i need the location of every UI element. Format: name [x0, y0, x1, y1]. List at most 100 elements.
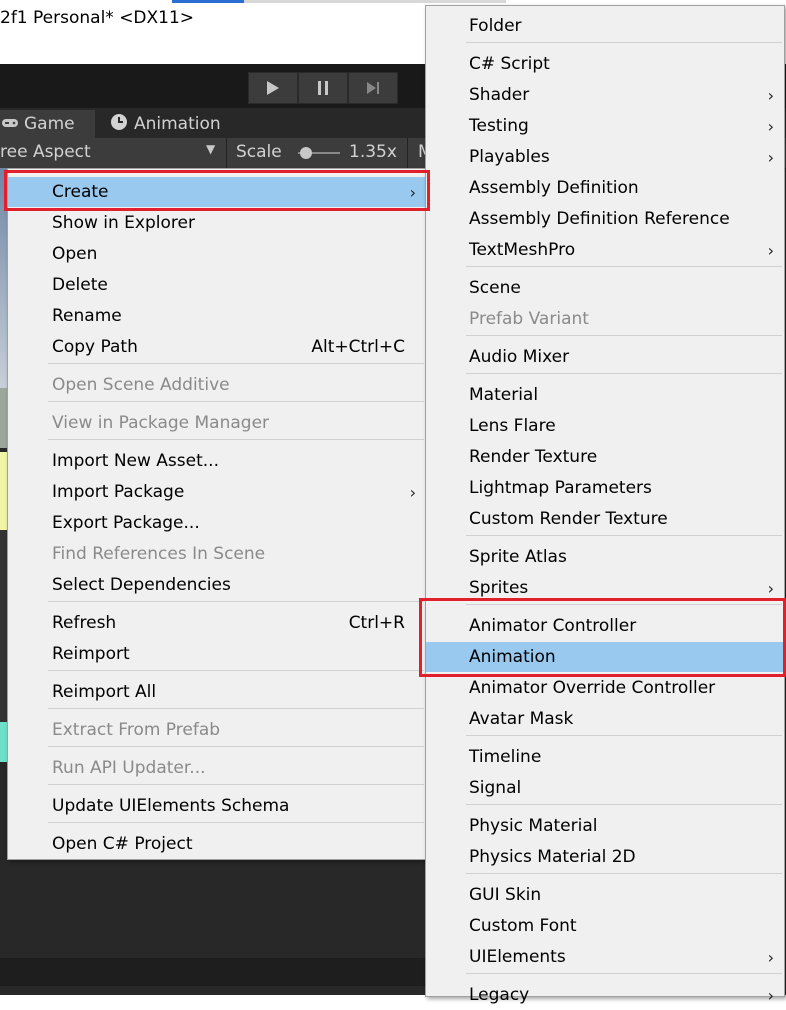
- menu-item-import-new-asset[interactable]: Import New Asset...: [8, 446, 426, 476]
- scale-label: Scale: [236, 142, 282, 162]
- menu-item-label: Open Scene Additive: [52, 375, 230, 395]
- menu-item-import-package[interactable]: Import Package ›: [8, 477, 426, 507]
- menu-divider: [466, 873, 782, 874]
- menu-item-open-csharp-project[interactable]: Open C# Project: [8, 829, 426, 859]
- menu-item-label: UIElements: [469, 947, 566, 967]
- menu-item-physic-material[interactable]: Physic Material: [426, 811, 784, 841]
- menu-divider: [48, 670, 424, 671]
- pause-icon: [318, 81, 328, 95]
- menu-item-label: Select Dependencies: [52, 575, 231, 595]
- menu-item-avatar-mask[interactable]: Avatar Mask: [426, 704, 784, 734]
- menu-item-label: Timeline: [469, 747, 542, 767]
- menu-item-reimport-all[interactable]: Reimport All: [8, 677, 426, 707]
- menu-item-label: Avatar Mask: [469, 709, 574, 729]
- menu-item-find-references: Find References In Scene: [8, 539, 426, 569]
- menu-item-csharp-script[interactable]: C# Script: [426, 49, 784, 79]
- menu-divider: [466, 735, 782, 736]
- pause-button[interactable]: [298, 72, 348, 104]
- menu-item-scene[interactable]: Scene: [426, 273, 784, 303]
- menu-item-open-scene-additive: Open Scene Additive: [8, 370, 426, 400]
- menu-item-lens-flare[interactable]: Lens Flare: [426, 411, 784, 441]
- menu-item-show-in-explorer[interactable]: Show in Explorer: [8, 208, 426, 238]
- menu-item-rename[interactable]: Rename: [8, 301, 426, 331]
- menu-item-playables[interactable]: Playables ›: [426, 142, 784, 172]
- window-title: 2f1 Personal* <DX11>: [0, 8, 195, 28]
- menu-item-animator-override-controller[interactable]: Animator Override Controller: [426, 673, 784, 703]
- menu-item-open[interactable]: Open: [8, 239, 426, 269]
- menu-item-update-uielements-schema[interactable]: Update UIElements Schema: [8, 791, 426, 821]
- menu-divider: [466, 42, 782, 43]
- menu-item-audio-mixer[interactable]: Audio Mixer: [426, 342, 784, 372]
- menu-item-label: Open: [52, 244, 98, 264]
- menu-divider: [466, 335, 782, 336]
- menu-item-label: Sprite Atlas: [469, 547, 567, 567]
- menu-item-label: Assembly Definition Reference: [469, 209, 730, 229]
- menu-item-label: Testing: [469, 116, 529, 136]
- menu-item-label: Custom Render Texture: [469, 509, 668, 529]
- menu-item-animation[interactable]: Animation: [426, 642, 784, 672]
- menu-item-label: Audio Mixer: [469, 347, 570, 367]
- menu-item-shortcut: Ctrl+R: [348, 613, 405, 633]
- project-context-menu: Create › Show in Explorer Open Delete Re…: [7, 168, 427, 860]
- menu-item-label: Reimport All: [52, 682, 157, 702]
- menu-item-testing[interactable]: Testing ›: [426, 111, 784, 141]
- menu-item-sprites[interactable]: Sprites ›: [426, 573, 784, 603]
- menu-item-custom-render-texture[interactable]: Custom Render Texture: [426, 504, 784, 534]
- menu-item-custom-font[interactable]: Custom Font: [426, 911, 784, 941]
- menu-item-legacy[interactable]: Legacy ›: [426, 980, 784, 1010]
- tab-animation[interactable]: Animation: [108, 110, 248, 138]
- menu-item-assembly-definition[interactable]: Assembly Definition: [426, 173, 784, 203]
- menu-divider: [48, 401, 424, 402]
- menu-divider: [48, 822, 424, 823]
- step-button[interactable]: [348, 72, 398, 104]
- menu-item-label: Physics Material 2D: [469, 847, 636, 867]
- menu-item-label: C# Script: [469, 54, 550, 74]
- menu-item-reimport[interactable]: Reimport: [8, 639, 426, 669]
- menu-item-assembly-definition-reference[interactable]: Assembly Definition Reference: [426, 204, 784, 234]
- menu-item-label: Prefab Variant: [469, 309, 589, 329]
- menu-item-signal[interactable]: Signal: [426, 773, 784, 803]
- menu-item-timeline[interactable]: Timeline: [426, 742, 784, 772]
- scale-slider-handle[interactable]: [300, 147, 312, 159]
- menu-item-shader[interactable]: Shader ›: [426, 80, 784, 110]
- menu-item-label: View in Package Manager: [52, 413, 270, 433]
- menu-item-physics-material-2d[interactable]: Physics Material 2D: [426, 842, 784, 872]
- menu-item-label: Signal: [469, 778, 522, 798]
- menu-item-label: Extract From Prefab: [52, 720, 221, 740]
- chevron-right-icon: ›: [767, 985, 774, 1005]
- menu-item-copy-path[interactable]: Copy Path Alt+Ctrl+C: [8, 332, 426, 362]
- menu-item-select-dependencies[interactable]: Select Dependencies: [8, 570, 426, 600]
- play-button[interactable]: [248, 72, 298, 104]
- menu-item-label: Reimport: [52, 644, 130, 664]
- aspect-dropdown[interactable]: ree Aspect: [0, 142, 91, 162]
- menu-item-label: Sprites: [469, 578, 529, 598]
- menu-item-export-package[interactable]: Export Package...: [8, 508, 426, 538]
- menu-item-uielements[interactable]: UIElements ›: [426, 942, 784, 972]
- menu-item-prefab-variant: Prefab Variant: [426, 304, 784, 334]
- menu-item-refresh[interactable]: Refresh Ctrl+R: [8, 608, 426, 638]
- menu-item-label: Custom Font: [469, 916, 577, 936]
- menu-item-label: Copy Path: [52, 337, 138, 357]
- menu-item-label: Physic Material: [469, 816, 598, 836]
- menu-item-textmeshpro[interactable]: TextMeshPro ›: [426, 235, 784, 265]
- menu-divider: [466, 804, 782, 805]
- chevron-right-icon: ›: [767, 85, 774, 105]
- menu-item-delete[interactable]: Delete: [8, 270, 426, 300]
- menu-item-folder[interactable]: Folder: [426, 11, 784, 41]
- menu-item-label: Open C# Project: [52, 834, 193, 854]
- menu-item-gui-skin[interactable]: GUI Skin: [426, 880, 784, 910]
- menu-item-shortcut: Alt+Ctrl+C: [311, 337, 405, 357]
- menu-item-create[interactable]: Create ›: [8, 177, 426, 207]
- toolbar-divider: [407, 138, 408, 168]
- menu-item-lightmap-parameters[interactable]: Lightmap Parameters: [426, 473, 784, 503]
- menu-item-render-texture[interactable]: Render Texture: [426, 442, 784, 472]
- menu-item-sprite-atlas[interactable]: Sprite Atlas: [426, 542, 784, 572]
- menu-divider: [466, 604, 782, 605]
- menu-item-animator-controller[interactable]: Animator Controller: [426, 611, 784, 641]
- menu-divider: [466, 973, 782, 974]
- menu-item-extract-from-prefab: Extract From Prefab: [8, 715, 426, 745]
- menu-item-label: Lens Flare: [469, 416, 556, 436]
- tab-game[interactable]: Game: [0, 110, 95, 138]
- create-submenu: Folder C# Script Shader › Testing › Playab…: [425, 5, 785, 1005]
- menu-item-material[interactable]: Material: [426, 380, 784, 410]
